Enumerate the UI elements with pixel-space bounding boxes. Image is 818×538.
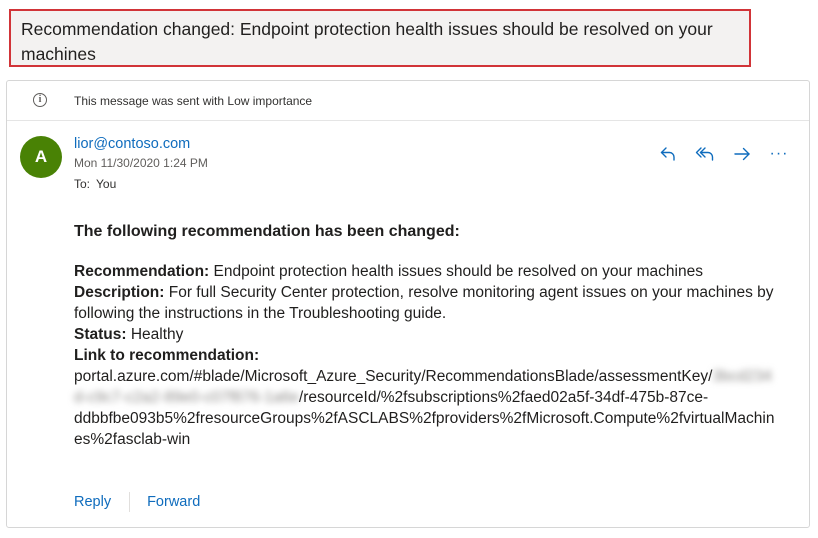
reply-icon[interactable] [657, 143, 679, 165]
description-value: For full Security Center protection, res… [74, 284, 774, 322]
recommendation-value: Endpoint protection health issues should… [213, 263, 703, 280]
importance-text: This message was sent with Low importanc… [74, 94, 313, 108]
message-body: The following recommendation has been ch… [74, 221, 794, 450]
reply-button[interactable]: Reply [74, 494, 111, 510]
avatar[interactable]: A [20, 136, 62, 178]
link-redacted-a[interactable]: 3bcd234 [712, 368, 771, 385]
message-actions: ··· [657, 143, 790, 165]
reply-all-icon[interactable] [694, 143, 716, 165]
link-redacted-b[interactable]: d-c9c7-c2a2-89e0-c07f876-1a6e [74, 389, 299, 406]
message-card: i This message was sent with Low importa… [6, 80, 810, 528]
recipients-line: To: You [74, 177, 116, 191]
recommendation-row: Recommendation: Endpoint protection heal… [74, 261, 794, 282]
link-line-2[interactable]: /resourceId/%2fsubscriptions%2faed02a5f-… [299, 389, 708, 406]
link-line-4[interactable]: es%2fasclab-win [74, 431, 190, 448]
body-heading: The following recommendation has been ch… [74, 223, 460, 240]
recommendation-link[interactable]: portal.azure.com/#blade/Microsoft_Azure_… [74, 366, 794, 450]
divider [129, 492, 131, 512]
description-label: Description: [74, 284, 165, 301]
link-label-row: Link to recommendation: [74, 345, 794, 366]
info-icon: i [33, 93, 47, 107]
status-value: Healthy [130, 326, 184, 343]
link-line-3[interactable]: ddbbfbe093b5%2fresourceGroups%2fASCLABS%… [74, 410, 774, 427]
sender-email[interactable]: lior@contoso.com [74, 136, 190, 152]
more-options-icon[interactable]: ··· [768, 143, 790, 165]
to-label: To: [74, 177, 91, 191]
status-row: Status: Healthy [74, 324, 794, 345]
status-label: Status: [74, 326, 127, 343]
sent-date: Mon 11/30/2020 1:24 PM [74, 156, 208, 170]
footer-actions: Reply Forward [74, 491, 200, 513]
importance-banner: i This message was sent with Low importa… [7, 81, 809, 121]
forward-icon[interactable] [731, 143, 753, 165]
link-line-1[interactable]: portal.azure.com/#blade/Microsoft_Azure_… [74, 368, 712, 385]
description-row: Description: For full Security Center pr… [74, 282, 794, 324]
recommendation-label: Recommendation: [74, 263, 210, 280]
email-subject: Recommendation changed: Endpoint protect… [9, 9, 751, 67]
forward-button[interactable]: Forward [147, 494, 200, 510]
link-label: Link to recommendation: [74, 347, 260, 364]
to-value: You [96, 177, 117, 191]
